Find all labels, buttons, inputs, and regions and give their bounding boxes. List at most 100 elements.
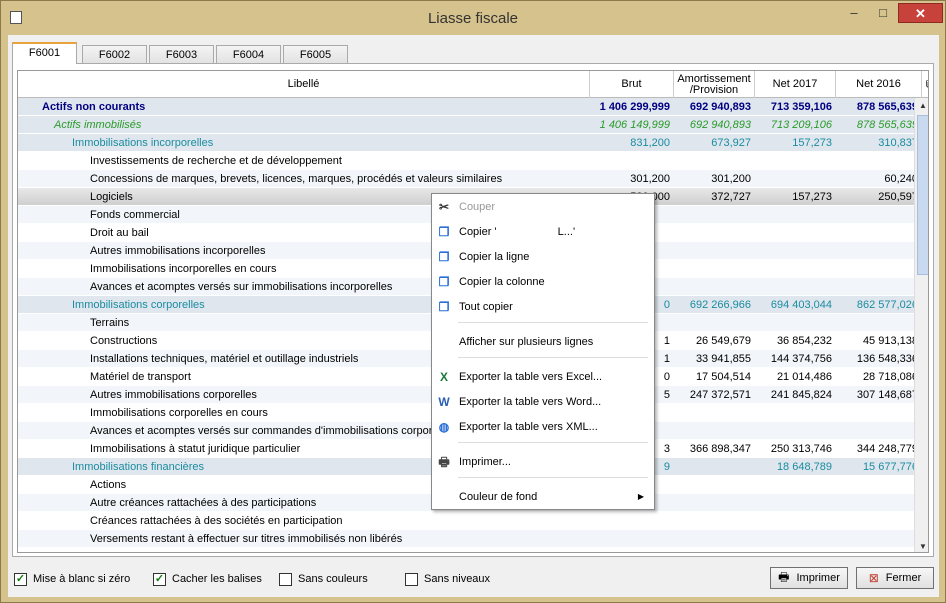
cell-net2017[interactable]: 713 359,106 (755, 98, 836, 116)
cell-net2016[interactable] (836, 314, 922, 332)
cell-amort[interactable] (674, 494, 755, 512)
cell-label[interactable]: Concessions de marques, brevets, licence… (18, 170, 590, 188)
menu-item[interactable]: Afficher sur plusieurs lignes (432, 331, 654, 353)
column-header-brut[interactable]: Brut (590, 71, 674, 98)
cell-net2016[interactable] (836, 404, 922, 422)
cell-net2017[interactable] (755, 224, 836, 242)
cell-brut[interactable]: 301,200 (590, 170, 674, 188)
cell-net2016[interactable] (836, 242, 922, 260)
minimize-button[interactable]: – (839, 3, 869, 23)
cell-amort[interactable] (674, 260, 755, 278)
cell-amort[interactable] (674, 314, 755, 332)
cell-net2016[interactable] (836, 494, 922, 512)
cell-net2017[interactable]: 18 648,789 (755, 458, 836, 476)
cell-net2016[interactable]: 15 677,776 (836, 458, 922, 476)
sans-niveaux-checkbox[interactable]: Sans niveaux (405, 571, 490, 587)
cell-net2016[interactable]: 250,597 (836, 188, 922, 206)
table-row[interactable]: Concessions de marques, brevets, licence… (18, 170, 918, 188)
tab-f6004[interactable]: F6004 (216, 45, 281, 64)
cell-label[interactable]: Titres immobilisés (droit de propriété) (18, 548, 590, 552)
cell-amort[interactable]: 301,200 (674, 170, 755, 188)
cell-label[interactable]: Immobilisations incorporelles (18, 134, 590, 152)
tab-f6005[interactable]: F6005 (283, 45, 348, 64)
cell-net2017[interactable] (755, 314, 836, 332)
cell-net2017[interactable]: 241 845,824 (755, 386, 836, 404)
cell-net2016[interactable]: 60,240 (836, 170, 922, 188)
cell-brut[interactable] (590, 512, 674, 530)
cell-net2017[interactable]: 157,273 (755, 188, 836, 206)
cell-net2016[interactable] (836, 530, 922, 548)
menu-item[interactable]: ❐ Tout copier (432, 296, 654, 318)
cell-net2017[interactable] (755, 170, 836, 188)
sans-couleurs-box[interactable] (279, 572, 292, 586)
cell-brut[interactable] (590, 530, 674, 548)
cell-net2017[interactable]: 144 374,756 (755, 350, 836, 368)
menu-item[interactable]: ❐ Copier la ligne (432, 246, 654, 268)
vertical-scrollbar[interactable]: ▲ ▼ (914, 98, 928, 552)
cacher-balises-checkbox[interactable]: ✓ Cacher les balises (153, 571, 262, 587)
cell-net2017[interactable]: 713 209,106 (755, 116, 836, 134)
cell-net2016[interactable]: 45 913,138 (836, 332, 922, 350)
table-row[interactable]: Actifs immobilisés 1 406 149,999 692 940,8… (18, 116, 918, 134)
cell-net2016[interactable]: 862 577,026 (836, 296, 922, 314)
cell-amort[interactable] (674, 224, 755, 242)
cell-net2016[interactable] (836, 224, 922, 242)
cell-net2017[interactable] (755, 494, 836, 512)
cell-label[interactable]: Investissements de recherche et de dével… (18, 152, 590, 170)
tab-f6002[interactable]: F6002 (82, 45, 147, 64)
imprimer-button[interactable]: 🖶 Imprimer (770, 567, 848, 589)
cell-amort[interactable] (674, 278, 755, 296)
cell-net2016[interactable] (836, 548, 922, 552)
cell-brut[interactable]: 1 406 149,999 (590, 116, 674, 134)
cell-amort[interactable] (674, 530, 755, 548)
cell-amort[interactable]: 17 504,514 (674, 368, 755, 386)
table-row[interactable]: Créances rattachées à des sociétés en pa… (18, 512, 914, 530)
cell-amort[interactable]: 692 940,893 (674, 98, 755, 116)
cell-net2016[interactable] (836, 152, 922, 170)
cell-amort[interactable]: 372,727 (674, 188, 755, 206)
cell-net2017[interactable] (755, 512, 836, 530)
column-header-net2016[interactable]: Net 2016 (836, 71, 922, 98)
scroll-up-arrow-icon[interactable]: ▲ (915, 98, 928, 113)
cell-amort[interactable]: 247 372,571 (674, 386, 755, 404)
menu-item[interactable]: X Exporter la table vers Excel... (432, 366, 654, 388)
cacher-balises-box[interactable]: ✓ (153, 572, 166, 586)
cell-amort[interactable] (674, 512, 755, 530)
cell-net2017[interactable]: 694 403,044 (755, 296, 836, 314)
cell-brut[interactable]: 831,200 (590, 134, 674, 152)
cell-label[interactable]: Versements restant à effectuer sur titre… (18, 530, 590, 548)
cell-net2017[interactable] (755, 242, 836, 260)
scrollbar-thumb[interactable] (917, 115, 928, 275)
cell-net2016[interactable] (836, 278, 922, 296)
sans-couleurs-checkbox[interactable]: Sans couleurs (279, 571, 368, 587)
menu-item[interactable]: ◍ Exporter la table vers XML... (432, 416, 654, 438)
cell-net2016[interactable] (836, 422, 922, 440)
cell-net2017[interactable] (755, 260, 836, 278)
mise-a-blanc-checkbox[interactable]: ✓ Mise à blanc si zéro (14, 571, 130, 587)
cell-amort[interactable] (674, 206, 755, 224)
table-row[interactable]: Immobilisations incorporelles 831,200 673,… (18, 134, 918, 152)
cell-net2017[interactable] (755, 152, 836, 170)
table-row[interactable]: Titres immobilisés (droit de propriété) (18, 548, 914, 552)
table-row[interactable]: Actifs non courants 1 406 299,999 692 940,… (18, 98, 918, 116)
cell-net2016[interactable]: 344 248,779 (836, 440, 922, 458)
cell-label[interactable]: Créances rattachées à des sociétés en pa… (18, 512, 590, 530)
cell-net2017[interactable] (755, 476, 836, 494)
cell-net2016[interactable] (836, 476, 922, 494)
mise-a-blanc-box[interactable]: ✓ (14, 572, 27, 586)
cell-net2016[interactable] (836, 260, 922, 278)
cell-net2017[interactable]: 21 014,486 (755, 368, 836, 386)
cell-net2016[interactable]: 136 548,336 (836, 350, 922, 368)
tab-f6001[interactable]: F6001 (12, 42, 77, 64)
menu-item[interactable]: Couleur de fond ▶ (432, 486, 654, 508)
column-header-net2017[interactable]: Net 2017 (755, 71, 836, 98)
cell-amort[interactable]: 692 266,966 (674, 296, 755, 314)
cell-net2017[interactable]: 157,273 (755, 134, 836, 152)
cell-net2016[interactable]: 28 718,086 (836, 368, 922, 386)
cell-net2017[interactable] (755, 548, 836, 552)
table-row[interactable]: Investissements de recherche et de dével… (18, 152, 914, 170)
cell-amort[interactable] (674, 242, 755, 260)
cell-brut[interactable] (590, 152, 674, 170)
cell-amort[interactable]: 692 940,893 (674, 116, 755, 134)
maximize-button[interactable]: □ (869, 3, 897, 23)
